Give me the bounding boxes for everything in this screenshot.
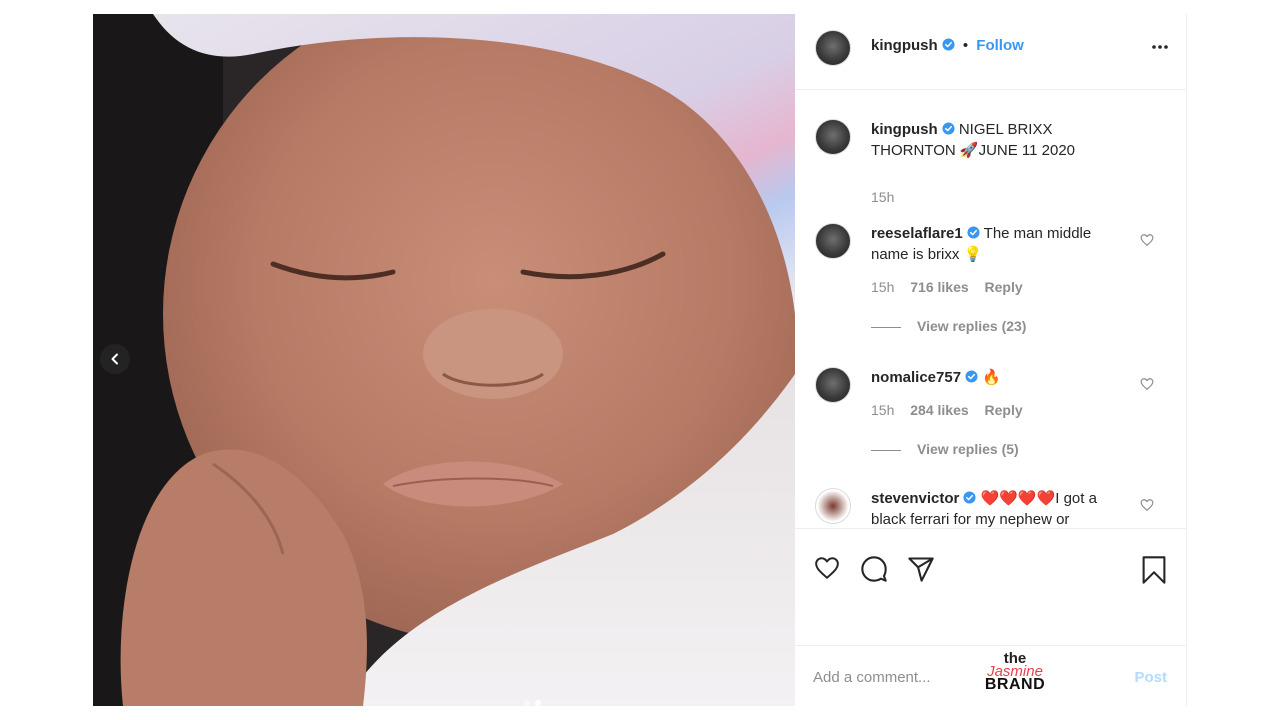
- follow-button[interactable]: Follow: [976, 37, 1024, 54]
- header-row: kingpush • Follow: [871, 37, 1024, 54]
- view-replies-button[interactable]: View replies (5): [871, 441, 1019, 457]
- previous-slide-button[interactable]: [100, 344, 130, 374]
- more-options-icon[interactable]: [1151, 38, 1169, 56]
- verified-badge-icon: [965, 370, 978, 383]
- comment-icon[interactable]: [860, 555, 888, 583]
- comment-text: nomalice757 🔥: [871, 367, 1126, 388]
- caption-text: kingpush NIGEL BRIXX THORNTON 🚀JUNE 11 2…: [871, 119, 1126, 161]
- replies-divider: [871, 326, 901, 328]
- action-bar: [795, 528, 1187, 646]
- comment-text: stevenvictor ❤️❤️❤️❤️I got a black ferra…: [871, 488, 1126, 528]
- avatar[interactable]: [815, 367, 851, 403]
- brand-watermark: the Jasmine BRAND: [975, 651, 1055, 693]
- baby-photo-illustration: [93, 14, 795, 706]
- comment-likes[interactable]: 716 likes: [910, 279, 968, 295]
- carousel-dot-active: [535, 700, 541, 706]
- like-comment-icon[interactable]: [1140, 377, 1154, 391]
- replies-divider: [871, 449, 901, 451]
- comment-likes[interactable]: 284 likes: [910, 402, 968, 418]
- avatar[interactable]: [815, 488, 851, 524]
- view-replies-label: View replies (5): [917, 441, 1019, 457]
- post-photo: [93, 14, 795, 706]
- comment-meta: 15h 284 likes Reply: [871, 402, 1035, 418]
- share-icon[interactable]: [907, 555, 935, 583]
- verified-badge-icon: [963, 491, 976, 504]
- carousel-indicator: [524, 700, 541, 706]
- comment-meta: 15h 716 likes Reply: [871, 279, 1035, 295]
- watermark-line: BRAND: [984, 676, 1046, 693]
- like-comment-icon[interactable]: [1140, 233, 1154, 247]
- comment-body: 🔥: [982, 369, 1001, 386]
- comment-time: 15h: [871, 189, 895, 205]
- comment-username[interactable]: kingpush: [871, 121, 938, 138]
- avatar[interactable]: [815, 223, 851, 259]
- separator: •: [962, 37, 969, 54]
- comments-list[interactable]: kingpush NIGEL BRIXX THORNTON 🚀JUNE 11 2…: [795, 91, 1187, 528]
- comment-time: 15h: [871, 279, 895, 295]
- reply-button[interactable]: Reply: [985, 402, 1023, 418]
- heart-icon[interactable]: [813, 555, 841, 581]
- reply-button[interactable]: Reply: [985, 279, 1023, 295]
- comment-input[interactable]: [813, 666, 1113, 688]
- comment-meta: 15h: [871, 189, 906, 205]
- post-side-panel: kingpush • Follow kingpush NIGEL BRIXX T…: [795, 14, 1187, 706]
- comment-text: reeselaflare1 The man middle name is bri…: [871, 223, 1126, 265]
- comment-username[interactable]: nomalice757: [871, 369, 961, 386]
- view-replies-button[interactable]: View replies (23): [871, 318, 1026, 334]
- carousel-dot: [524, 700, 530, 706]
- post-comment-button[interactable]: Post: [1134, 669, 1167, 686]
- avatar[interactable]: [815, 119, 851, 155]
- comment-time: 15h: [871, 402, 895, 418]
- verified-badge-icon: [942, 122, 955, 135]
- author-username[interactable]: kingpush: [871, 37, 938, 54]
- avatar[interactable]: [815, 30, 851, 66]
- bookmark-icon[interactable]: [1141, 555, 1167, 585]
- post-header: kingpush • Follow: [795, 14, 1187, 90]
- comment-username[interactable]: stevenvictor: [871, 490, 959, 507]
- comment-username[interactable]: reeselaflare1: [871, 225, 963, 242]
- chevron-left-icon: [111, 353, 118, 365]
- like-comment-icon[interactable]: [1140, 498, 1154, 512]
- view-replies-label: View replies (23): [917, 318, 1027, 334]
- verified-badge-icon: [967, 226, 980, 239]
- verified-badge-icon: [942, 38, 955, 51]
